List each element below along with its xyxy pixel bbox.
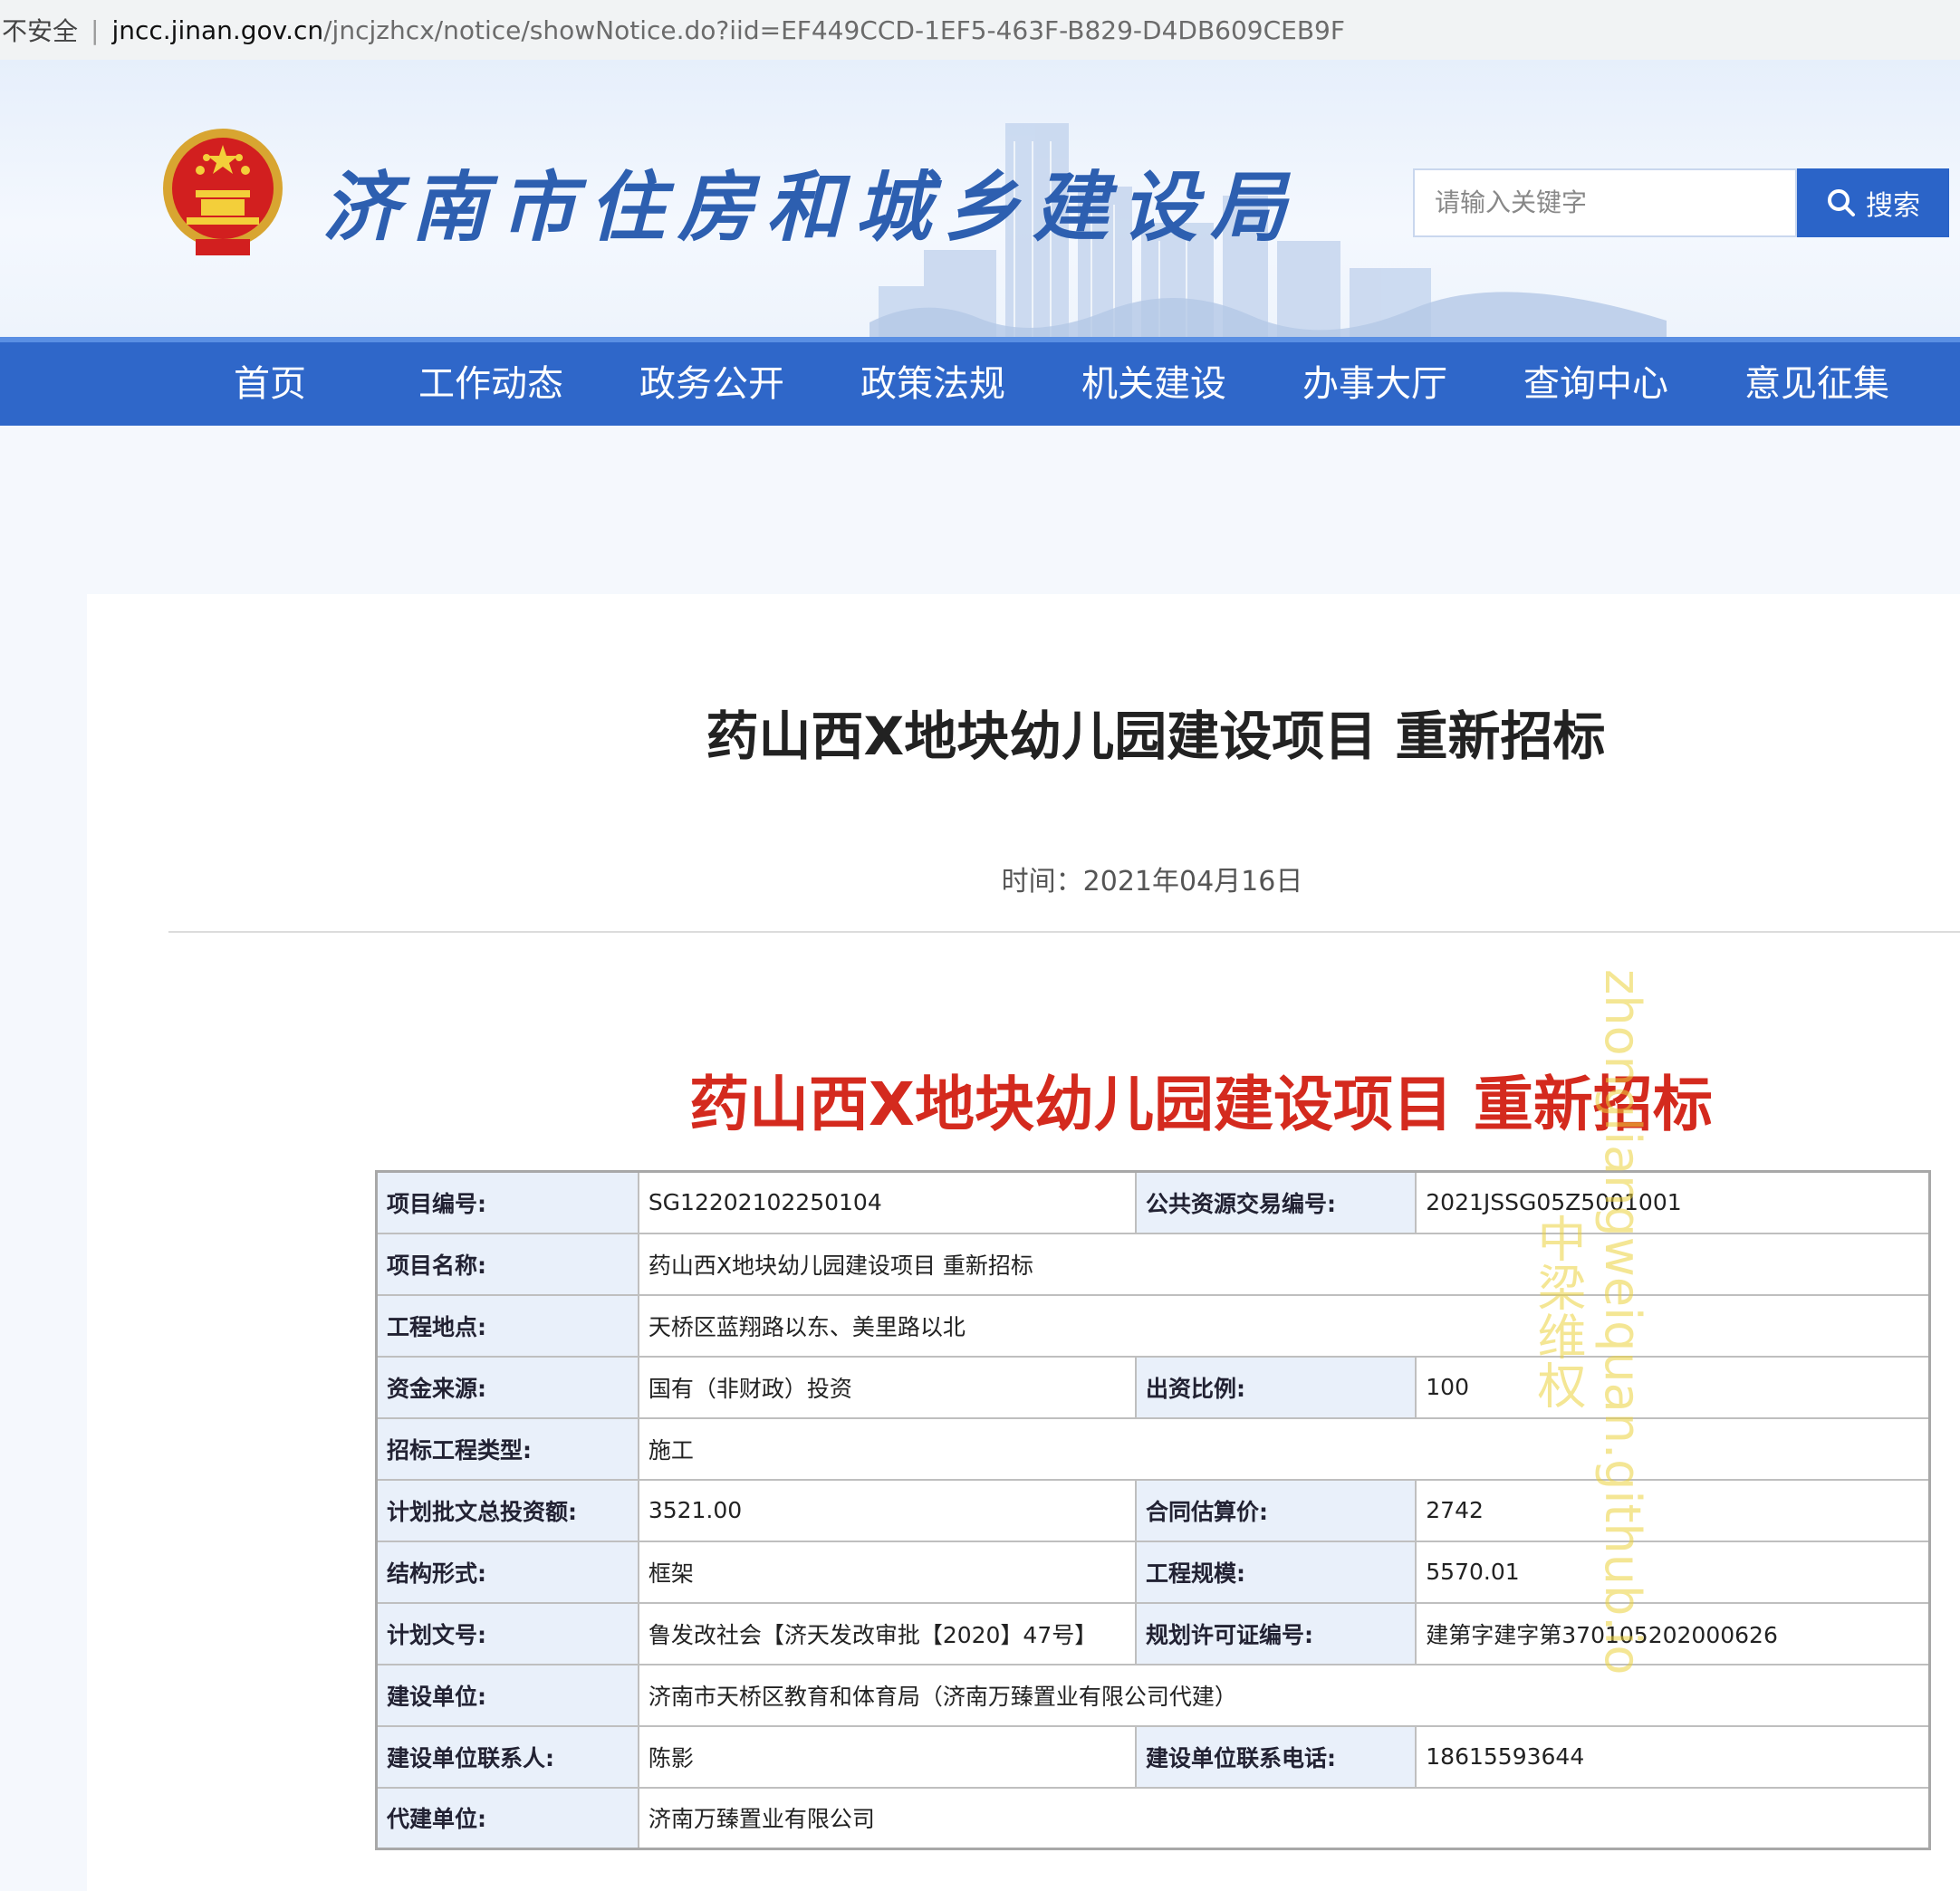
field-label: 招标工程类型: xyxy=(375,1416,639,1481)
national-emblem-icon xyxy=(163,129,283,255)
nav-work-news[interactable]: 工作动态 xyxy=(382,342,600,426)
nav-organization[interactable]: 机关建设 xyxy=(1045,342,1263,426)
browser-address-bar[interactable]: 不安全 | jncc.jinan.gov.cn /jncjzhcx/notice… xyxy=(0,0,1960,61)
nav-policies[interactable]: 政策法规 xyxy=(824,342,1042,426)
table-row: 项目编号: SG12202102250104 公共资源交易编号: 2021JSS… xyxy=(375,1170,1931,1234)
field-value: 18615593644 xyxy=(1415,1724,1931,1789)
field-value: 济南万臻置业有限公司 xyxy=(637,1786,1931,1850)
field-value: SG12202102250104 xyxy=(637,1170,1138,1234)
search-input[interactable] xyxy=(1413,168,1797,237)
nav-query-center[interactable]: 查询中心 xyxy=(1487,342,1705,426)
field-value: 济南市天桥区教育和体育局（济南万臻置业有限公司代建） xyxy=(637,1663,1931,1727)
site-banner: 济南市住房和城乡建设局 搜索 xyxy=(0,60,1960,337)
security-indicator[interactable]: 不安全 xyxy=(0,12,78,48)
field-label: 计划文号: xyxy=(375,1601,639,1665)
field-value: 3521.00 xyxy=(637,1478,1138,1542)
nav-service-hall[interactable]: 办事大厅 xyxy=(1266,342,1484,426)
table-row: 工程地点: 天桥区蓝翔路以东、美里路以北 xyxy=(375,1293,1931,1358)
nav-government-affairs[interactable]: 政务公开 xyxy=(603,342,821,426)
field-label: 建设单位联系电话: xyxy=(1135,1724,1417,1789)
table-row: 建设单位: 济南市天桥区教育和体育局（济南万臻置业有限公司代建） xyxy=(375,1663,1931,1727)
search-icon xyxy=(1828,189,1855,216)
field-label: 项目名称: xyxy=(375,1232,639,1296)
table-row: 招标工程类型: 施工 xyxy=(375,1416,1931,1481)
nav-feedback[interactable]: 意见征集 xyxy=(1708,342,1926,426)
site-title[interactable]: 济南市住房和城乡建设局 xyxy=(322,147,1299,256)
search-button[interactable]: 搜索 xyxy=(1797,168,1949,237)
field-label: 代建单位: xyxy=(375,1786,639,1850)
table-row: 计划文号: 鲁发改社会【济天发改审批【2020】47号】 规划许可证编号: 建第… xyxy=(375,1601,1931,1665)
search-button-label: 搜索 xyxy=(1866,191,1920,221)
field-label: 计划批文总投资额: xyxy=(375,1478,639,1542)
field-label: 项目编号: xyxy=(375,1170,639,1234)
watermark: 中梁维权 zhongliangweiquan.github.io xyxy=(1522,969,1685,1730)
url-domain[interactable]: jncc.jinan.gov.cn xyxy=(111,15,323,45)
table-row: 建设单位联系人: 陈影 建设单位联系电话: 18615593644 xyxy=(375,1724,1931,1789)
field-label: 建设单位: xyxy=(375,1663,639,1727)
watermark-en: zhongliangweiquan.github.io xyxy=(1594,969,1651,1675)
field-value: 药山西X地块幼儿园建设项目 重新招标 xyxy=(637,1232,1931,1296)
field-label: 规划许可证编号: xyxy=(1135,1601,1417,1665)
address-separator: | xyxy=(91,14,100,45)
main-navigation: 首页 工作动态 政务公开 政策法规 机关建设 办事大厅 查询中心 意见征集 xyxy=(0,337,1960,426)
url-path[interactable]: /jncjzhcx/notice/showNotice.do?iid=EF449… xyxy=(323,15,1345,45)
field-value: 国有（非财政）投资 xyxy=(637,1355,1138,1419)
field-label: 工程地点: xyxy=(375,1293,639,1358)
table-row: 项目名称: 药山西X地块幼儿园建设项目 重新招标 xyxy=(375,1232,1931,1296)
table-row: 计划批文总投资额: 3521.00 合同估算价: 2742 xyxy=(375,1478,1931,1542)
field-value: 施工 xyxy=(637,1416,1931,1481)
publish-time: 时间：2021年04月16日 xyxy=(1001,866,1303,898)
article-title: 药山西X地块幼儿园建设项目 重新招标 xyxy=(706,706,1606,767)
field-label: 建设单位联系人: xyxy=(375,1724,639,1789)
field-value: 框架 xyxy=(637,1540,1138,1604)
table-row: 结构形式: 框架 工程规模: 5570.01 xyxy=(375,1540,1931,1604)
field-value: 鲁发改社会【济天发改审批【2020】47号】 xyxy=(637,1601,1138,1665)
field-label: 公共资源交易编号: xyxy=(1135,1170,1417,1234)
table-row: 代建单位: 济南万臻置业有限公司 xyxy=(375,1786,1931,1850)
field-value: 陈影 xyxy=(637,1724,1138,1789)
field-label: 结构形式: xyxy=(375,1540,639,1604)
divider xyxy=(168,931,1960,933)
field-label: 出资比例: xyxy=(1135,1355,1417,1419)
field-label: 工程规模: xyxy=(1135,1540,1417,1604)
nav-home[interactable]: 首页 xyxy=(161,342,379,426)
project-info-table: 项目编号: SG12202102250104 公共资源交易编号: 2021JSS… xyxy=(375,1170,1931,1850)
watermark-cn: 中梁维权 xyxy=(1529,1214,1586,1409)
field-label: 资金来源: xyxy=(375,1355,639,1419)
table-row: 资金来源: 国有（非财政）投资 出资比例: 100 xyxy=(375,1355,1931,1419)
field-label: 合同估算价: xyxy=(1135,1478,1417,1542)
field-value: 天桥区蓝翔路以东、美里路以北 xyxy=(637,1293,1931,1358)
